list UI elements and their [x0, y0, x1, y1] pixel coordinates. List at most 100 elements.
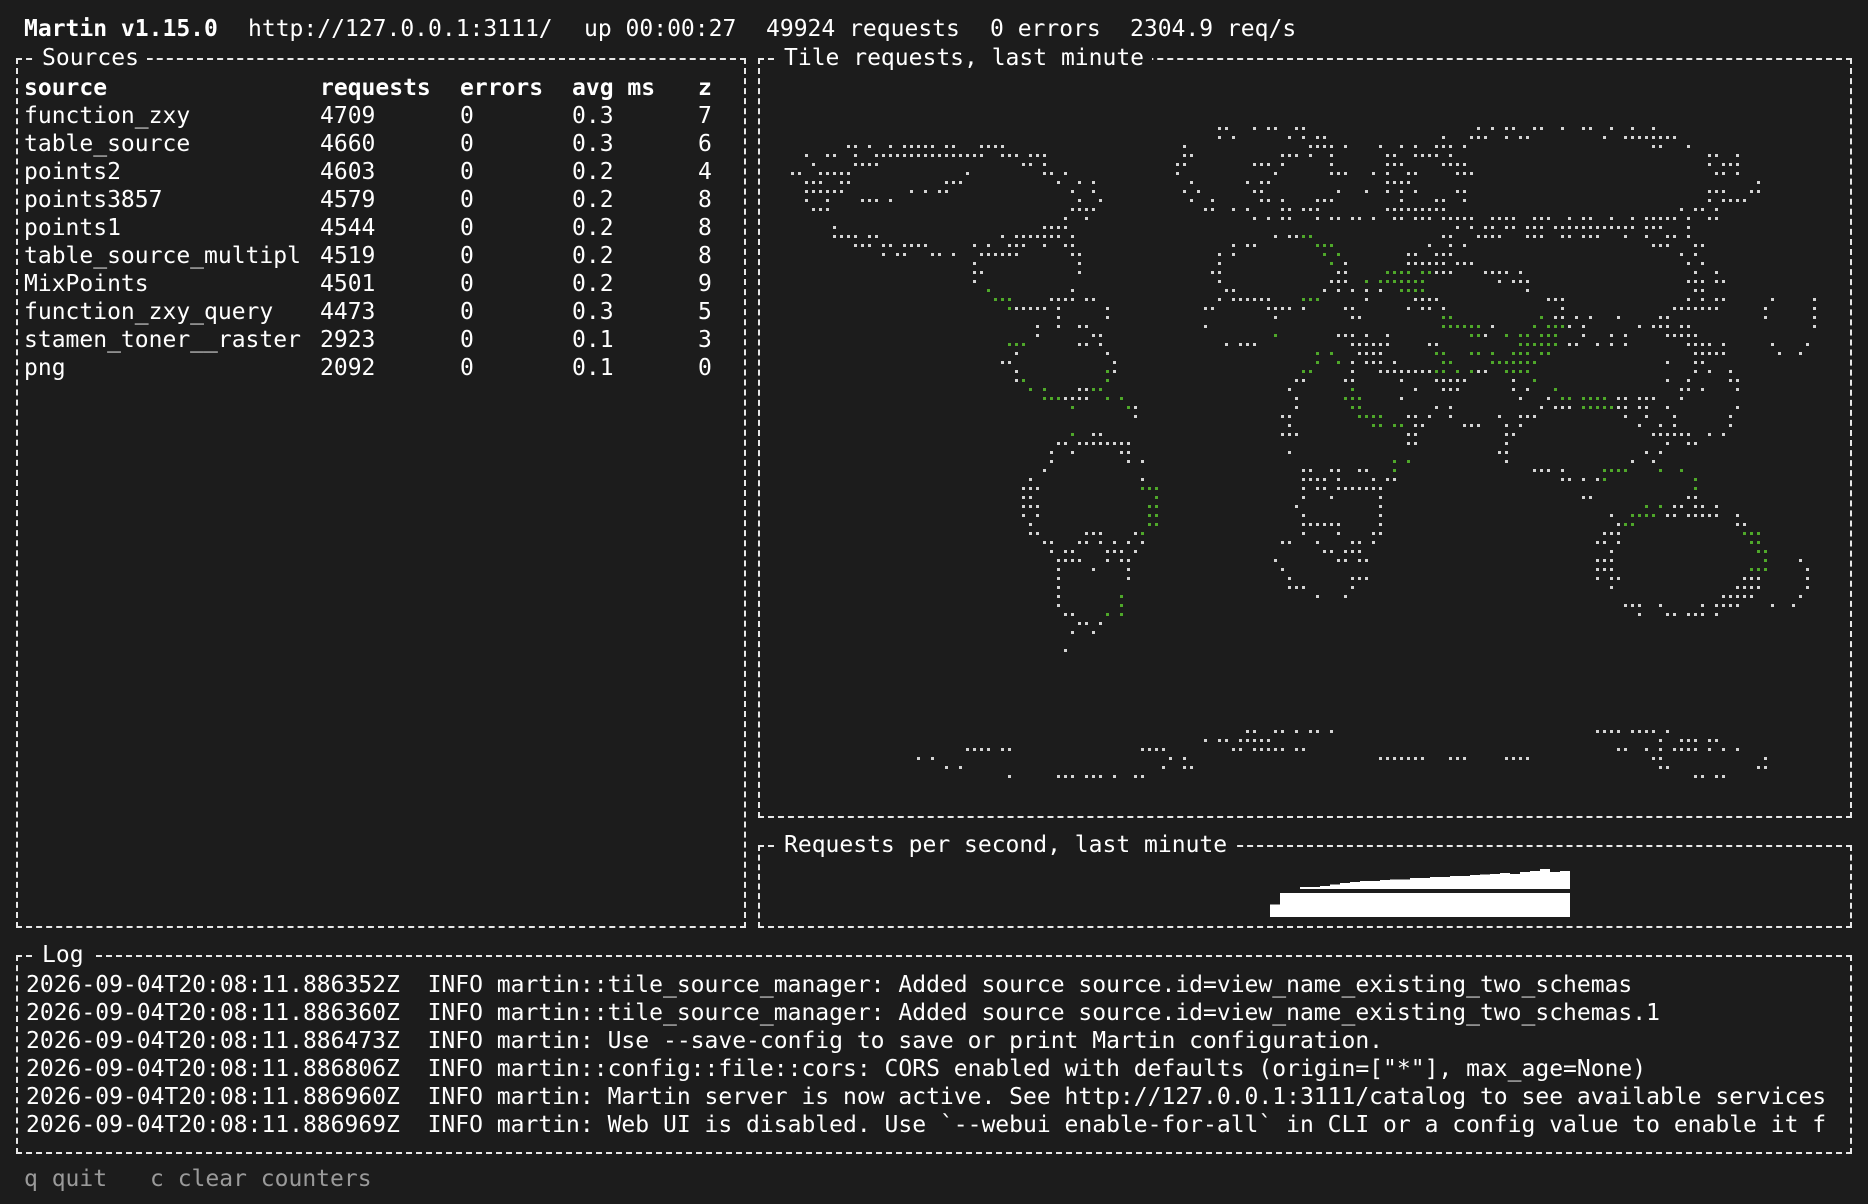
- cell-errors: 0: [460, 243, 474, 269]
- land-dot: [1498, 217, 1501, 220]
- land-dot: [1183, 190, 1186, 193]
- cell-requests: 2092: [320, 355, 376, 381]
- land-dot: [1428, 415, 1431, 418]
- tile-hit-dot: [1764, 559, 1767, 562]
- land-dot: [854, 163, 857, 166]
- land-dot: [1708, 748, 1711, 751]
- land-dot: [973, 748, 976, 751]
- land-dot: [1512, 280, 1515, 283]
- land-dot: [1386, 172, 1389, 175]
- land-dot: [1302, 469, 1305, 472]
- land-dot: [896, 154, 899, 157]
- land-dot: [1750, 190, 1753, 193]
- land-dot: [1078, 622, 1081, 625]
- land-dot: [1729, 604, 1732, 607]
- land-dot: [1666, 613, 1669, 616]
- col-avg-ms-header: avg ms: [572, 75, 656, 101]
- land-dot: [1722, 748, 1725, 751]
- cell-errors: 0: [460, 355, 474, 381]
- cell-source: points3857: [24, 187, 163, 213]
- land-dot: [910, 190, 913, 193]
- land-dot: [1701, 208, 1704, 211]
- land-dot: [1330, 469, 1333, 472]
- tile-hit-dot: [1043, 388, 1046, 391]
- land-dot: [1295, 406, 1298, 409]
- land-dot: [1589, 127, 1592, 130]
- land-dot: [1246, 244, 1249, 247]
- land-dot: [1715, 739, 1718, 742]
- tile-hit-dot: [1379, 280, 1382, 283]
- tile-hit-dot: [1155, 514, 1158, 517]
- land-dot: [1561, 226, 1564, 229]
- land-dot: [1050, 451, 1053, 454]
- land-dot: [1344, 379, 1347, 382]
- tile-hit-dot: [1505, 334, 1508, 337]
- land-dot: [1064, 649, 1067, 652]
- land-dot: [1386, 370, 1389, 373]
- land-dot: [1526, 280, 1529, 283]
- land-dot: [1652, 730, 1655, 733]
- land-dot: [1456, 262, 1459, 265]
- land-dot: [1421, 298, 1424, 301]
- land-dot: [1715, 775, 1718, 778]
- land-dot: [1064, 244, 1067, 247]
- land-dot: [1624, 343, 1627, 346]
- land-dot: [1575, 226, 1578, 229]
- land-dot: [1526, 235, 1529, 238]
- land-dot: [1071, 190, 1074, 193]
- land-dot: [1582, 127, 1585, 130]
- land-dot: [1687, 433, 1690, 436]
- land-dot: [1309, 730, 1312, 733]
- land-dot: [1470, 136, 1473, 139]
- land-dot: [1029, 307, 1032, 310]
- land-dot: [1512, 757, 1515, 760]
- land-dot: [1715, 271, 1718, 274]
- land-dot: [1533, 217, 1536, 220]
- tile-hit-dot: [1589, 406, 1592, 409]
- land-dot: [1449, 244, 1452, 247]
- tile-hit-dot: [1540, 352, 1543, 355]
- land-dot: [1015, 244, 1018, 247]
- land-dot: [1799, 352, 1802, 355]
- rps-bar: [1410, 878, 1420, 917]
- land-dot: [1036, 235, 1039, 238]
- land-dot: [1078, 271, 1081, 274]
- quit-key-hint[interactable]: q quit: [24, 1165, 107, 1193]
- land-dot: [840, 235, 843, 238]
- land-dot: [889, 244, 892, 247]
- land-dot: [1078, 388, 1081, 391]
- cell-avg-ms: 0.1: [572, 355, 614, 381]
- land-dot: [1015, 370, 1018, 373]
- cell-errors: 0: [460, 271, 474, 297]
- land-dot: [805, 181, 808, 184]
- land-dot: [1218, 253, 1221, 256]
- land-dot: [1687, 307, 1690, 310]
- land-dot: [1498, 235, 1501, 238]
- rps-bar: [1440, 877, 1450, 917]
- land-dot: [1666, 766, 1669, 769]
- land-dot: [1183, 154, 1186, 157]
- land-dot: [1547, 469, 1550, 472]
- land-dot: [1211, 307, 1214, 310]
- rps-bar: [1380, 880, 1390, 917]
- land-dot: [1757, 586, 1760, 589]
- land-dot: [1638, 325, 1641, 328]
- land-dot: [1078, 559, 1081, 562]
- land-dot: [1001, 145, 1004, 148]
- tile-hit-dot: [1148, 487, 1151, 490]
- land-dot: [1519, 280, 1522, 283]
- land-dot: [1673, 334, 1676, 337]
- land-dot: [1316, 541, 1319, 544]
- tile-hit-dot: [1449, 361, 1452, 364]
- land-dot: [854, 154, 857, 157]
- land-dot: [1379, 343, 1382, 346]
- land-dot: [1022, 505, 1025, 508]
- clear-counters-key-hint[interactable]: c clear counters: [150, 1165, 372, 1193]
- tile-hit-dot: [1302, 370, 1305, 373]
- land-dot: [1330, 199, 1333, 202]
- tile-hit-dot: [1561, 397, 1564, 400]
- land-dot: [1043, 235, 1046, 238]
- land-dot: [1771, 298, 1774, 301]
- land-dot: [1596, 226, 1599, 229]
- land-dot: [1491, 217, 1494, 220]
